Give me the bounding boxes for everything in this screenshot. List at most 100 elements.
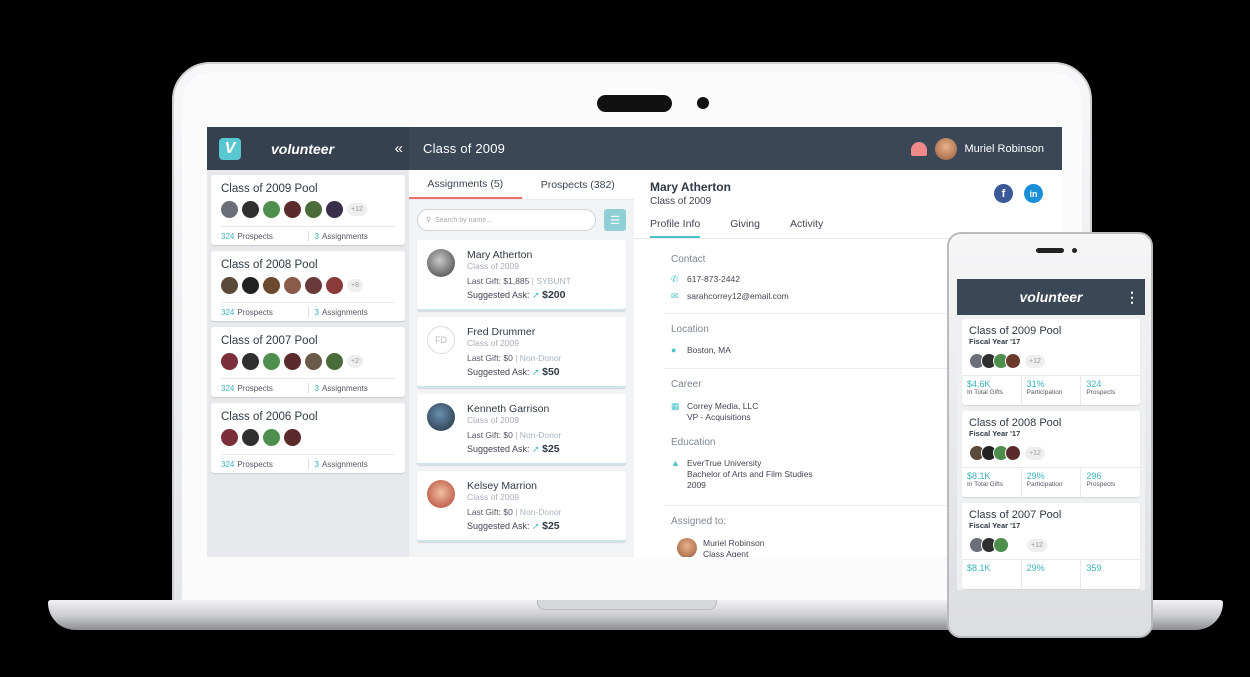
participation-value: 29% [1026, 563, 1045, 573]
mobile-pool-card[interactable]: Class of 2008 Pool Fiscal Year '17 +12 $… [962, 411, 1140, 497]
prospects-count: 324 [221, 383, 235, 393]
list-item[interactable]: Mary Atherton Class of 2009 Last Gift: $… [417, 240, 626, 311]
page-title: Class of 2009 [423, 141, 506, 156]
mobile-pool-card[interactable]: Class of 2009 Pool Fiscal Year '17 +12 $… [962, 319, 1140, 405]
career-heading: Career [671, 379, 702, 390]
tab-assignments[interactable]: Assignments (5) [409, 170, 522, 199]
avatar [263, 277, 280, 294]
prospect-name: Kelsey Marrion [467, 480, 538, 492]
pool-card[interactable]: Class of 2008 Pool +8 324 Prospects 3 Assi… [211, 251, 405, 321]
list-item[interactable]: Kelsey Marrion Class of 2009 Last Gift: … [417, 471, 626, 542]
volunteer-avatars [221, 429, 395, 446]
pool-stats: 324 Prospects 3 Assignments [221, 226, 395, 245]
volunteer-avatars: +12 [969, 445, 1133, 461]
laptop-camera-pill [597, 95, 672, 112]
prospect-name: Fred Drummer [467, 326, 536, 338]
avatar [284, 429, 301, 446]
pool-stats: $4.6K In Total Gifts 31% Participation 324… [962, 375, 1140, 405]
last-gift-label: Last Gift: [467, 430, 502, 440]
pool-title: Class of 2009 Pool [221, 183, 318, 195]
notification-bell-icon[interactable] [910, 141, 927, 156]
user-menu[interactable]: Muriel Robinson [910, 127, 1044, 170]
more-volunteers-badge: +12 [347, 203, 367, 216]
avatar [263, 201, 280, 218]
last-gift-value: $0 [503, 430, 513, 440]
laptop-screen: V volunteer « Class of 2009 Muriel Robin… [207, 127, 1062, 557]
pool-card[interactable]: Class of 2007 Pool +2 324 Prospects 3 Assi… [211, 327, 405, 397]
assignee-name[interactable]: Muriel Robinson [703, 538, 764, 548]
suggested-ask-icon: ➚ [532, 290, 540, 300]
brand-wordmark: volunteer [271, 140, 335, 157]
laptop-base-notch [537, 600, 717, 610]
mobile-top-bar: volunteer ⋮ [957, 279, 1145, 315]
user-name[interactable]: Muriel Robinson [965, 143, 1044, 155]
search-row: ⚲ Search by name... ☰ [409, 200, 634, 240]
prospects-label: Prospects [237, 383, 273, 393]
tab-activity[interactable]: Activity [790, 218, 823, 238]
avatar [326, 277, 343, 294]
pool-stats: $8.1K In Total Gifts 29% Participation 296… [962, 467, 1140, 497]
phone-number[interactable]: 617-873-2442 [687, 274, 740, 285]
avatar [284, 201, 301, 218]
list-item[interactable]: FD Fred Drummer Class of 2009 Last Gift:… [417, 317, 626, 388]
avatar [242, 201, 259, 218]
mobile-pool-card[interactable]: Class of 2007 Pool Fiscal Year '17 +12 $… [962, 503, 1140, 589]
brand-area: V volunteer « [207, 127, 409, 170]
donor-status: | Non-Donor [515, 430, 562, 440]
last-gift-label: Last Gift: [467, 507, 502, 517]
building-icon: ▦ [671, 401, 680, 411]
email-address[interactable]: sarahcorrey12@email.com [687, 291, 789, 302]
email-icon: ✉ [671, 291, 679, 301]
last-gift-value: $1,885 [503, 276, 530, 286]
prospects-label: Prospects [1086, 481, 1116, 488]
search-input[interactable]: ⚲ Search by name... [417, 209, 596, 231]
pool-card[interactable]: Class of 2006 Pool 324 Prospects 3 Assignm… [211, 403, 405, 473]
search-placeholder: Search by name... [435, 216, 492, 224]
avatar [427, 249, 455, 277]
phone-camera [1072, 248, 1077, 253]
avatar [427, 480, 455, 508]
search-icon: ⚲ [426, 217, 432, 224]
assignments-label: Assignments [321, 307, 368, 317]
list-item[interactable]: Kenneth Garrison Class of 2009 Last Gift… [417, 394, 626, 465]
avatar [326, 201, 343, 218]
more-options-icon[interactable]: ⋮ [1125, 289, 1139, 306]
last-gift-value: $0 [503, 353, 513, 363]
participation-label: Participation [1026, 481, 1063, 488]
prospects-count: 324 [221, 307, 235, 317]
fiscal-year: Fiscal Year '17 [969, 521, 1021, 530]
facebook-icon[interactable]: f [994, 184, 1013, 203]
suggested-ask-label: Suggested Ask: [467, 290, 530, 300]
profile-tabs: Profile Info Giving Activity [650, 218, 823, 238]
tab-profile-info[interactable]: Profile Info [650, 218, 701, 238]
more-volunteers-badge: +12 [1025, 354, 1045, 368]
education-heading: Education [671, 437, 716, 448]
linkedin-icon[interactable]: in [1024, 184, 1043, 203]
tab-prospects[interactable]: Prospects (382) [522, 170, 635, 199]
prospect-class: Class of 2009 [467, 261, 519, 271]
donor-status: | Non-Donor [515, 353, 562, 363]
pool-title: Class of 2008 Pool [221, 259, 318, 271]
collapse-sidebar-icon[interactable]: « [395, 140, 403, 157]
pool-title: Class of 2007 Pool [221, 335, 318, 347]
pool-stats: $8.1K 29% 359 [962, 559, 1140, 589]
participation-label: Participation [1026, 389, 1063, 396]
filter-icon[interactable]: ☰ [604, 209, 626, 231]
pool-title: Class of 2009 Pool [969, 325, 1062, 337]
avatar [427, 403, 455, 431]
graduation-cap-icon: ▲ [671, 458, 680, 468]
job-title: VP - Acquisitions [687, 412, 751, 422]
pool-card[interactable]: Class of 2009 Pool +12 324 Prospects 3 Ass… [211, 175, 405, 245]
avatar[interactable] [934, 137, 957, 160]
volunteer-avatars: +12 [221, 201, 395, 218]
app-logo-icon[interactable]: V [219, 137, 241, 160]
assignment-list: Assignments (5) Prospects (382) ⚲ Search… [409, 170, 634, 557]
avatar [242, 429, 259, 446]
donor-status: | Non-Donor [515, 507, 562, 517]
phone-icon: ✆ [671, 274, 679, 284]
more-volunteers-badge: +2 [347, 355, 363, 368]
top-bar: V volunteer « Class of 2009 Muriel Robin… [207, 127, 1062, 170]
prospect-class: Class of 2009 [467, 415, 519, 425]
tab-giving[interactable]: Giving [730, 218, 760, 238]
mobile-brand: volunteer [1019, 289, 1083, 305]
